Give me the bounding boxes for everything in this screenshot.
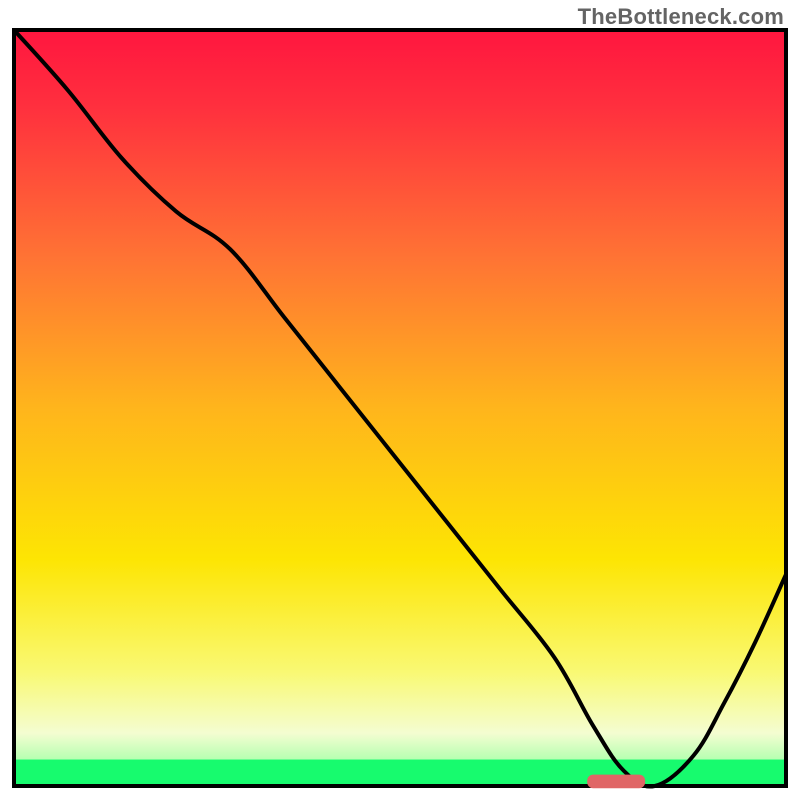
green-band — [14, 760, 786, 786]
bottleneck-chart — [0, 0, 800, 800]
plot-background — [14, 30, 786, 786]
optimal-marker — [587, 775, 645, 789]
